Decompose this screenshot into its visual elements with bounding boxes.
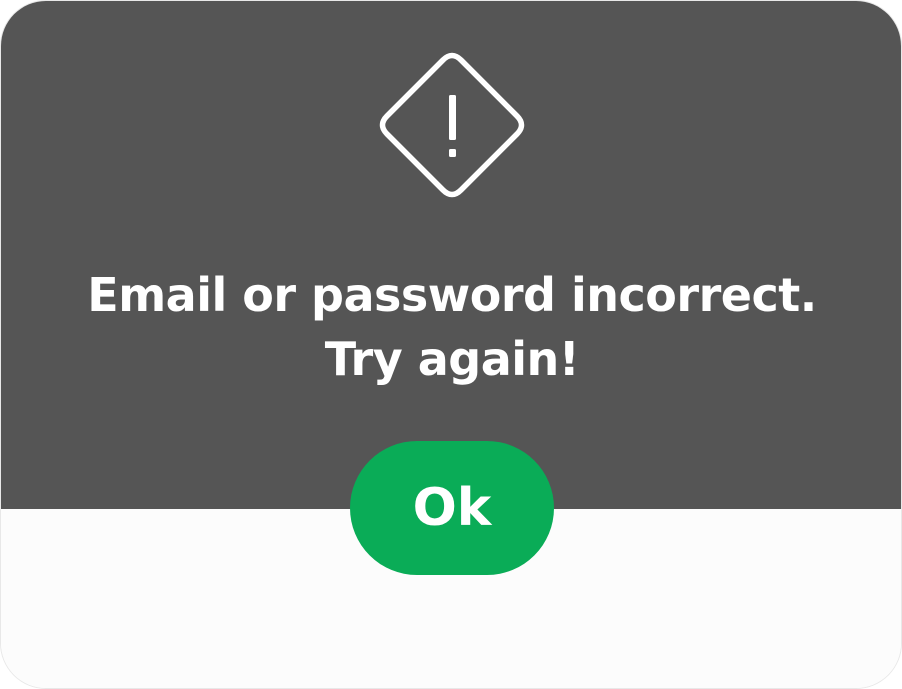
warning-icon	[379, 52, 525, 198]
error-message-line-1: Email or password incorrect.	[87, 268, 817, 322]
error-message-line-2: Try again!	[324, 332, 580, 386]
ok-button[interactable]: Ok	[350, 441, 554, 575]
error-dialog: Email or password incorrect. Try again! …	[0, 0, 902, 689]
error-message: Email or password incorrect. Try again!	[1, 263, 901, 391]
